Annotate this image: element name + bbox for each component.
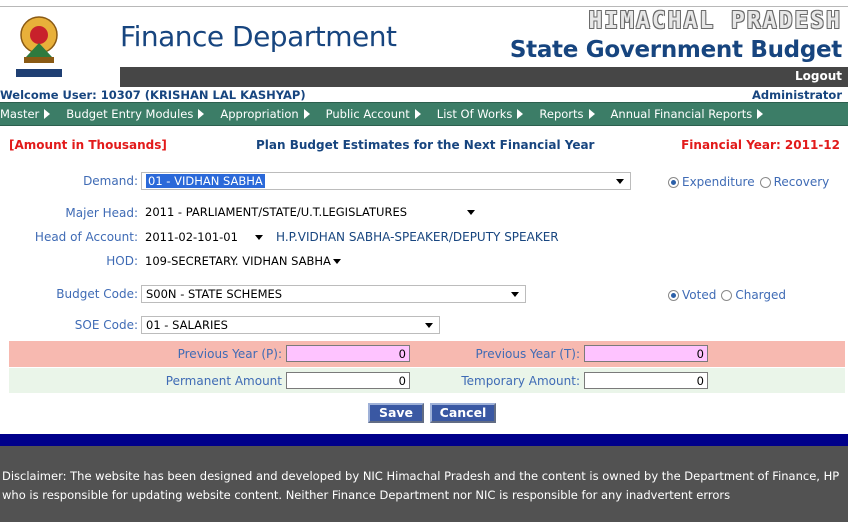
expenditure-radio-label: Expenditure <box>682 175 755 189</box>
recovery-radio[interactable] <box>759 176 771 188</box>
recovery-radio-label: Recovery <box>773 175 830 189</box>
previous-year-t-label: Previous Year (T): <box>475 347 580 361</box>
menu-arrow-icon <box>588 109 595 119</box>
logout-link[interactable]: Logout <box>795 69 842 83</box>
menu-item-label: List Of Works <box>436 107 513 121</box>
menu-item-appropriation[interactable]: Appropriation <box>220 107 313 121</box>
chevron-down-icon <box>511 292 519 297</box>
disclaimer-text: Disclaimer: The website has been designe… <box>2 469 840 502</box>
budget-title: State Government Budget <box>509 37 842 63</box>
state-emblem-logo <box>14 13 64 69</box>
hod-value: 109-SECRETARY. VIDHAN SABHA <box>145 254 331 268</box>
budget-code-label: Budget Code: <box>56 287 138 301</box>
amount-note: [Amount in Thousands] <box>9 138 167 152</box>
main-menu-bar: Master Budget Entry Modules Appropriatio… <box>0 102 848 126</box>
menu-arrow-icon <box>414 109 421 119</box>
menu-item-reports[interactable]: Reports <box>539 107 598 121</box>
hod-select[interactable]: 109-SECRETARY. VIDHAN SABHA <box>143 253 347 271</box>
head-of-account-select[interactable]: 2011-02-101-01 <box>143 229 269 247</box>
welcome-bar: Welcome User: 10307 (KRISHAN LAL KASHYAP… <box>0 88 848 102</box>
financial-year: Financial Year: 2011-12 <box>681 138 840 152</box>
menu-item-label: Public Account <box>325 107 410 121</box>
state-name-heading: HIMACHAL PRADESH <box>588 8 842 34</box>
soe-code-select[interactable]: 01 - SALARIES <box>141 316 440 334</box>
permanent-amount-input[interactable] <box>286 372 410 389</box>
charged-radio-label: Charged <box>735 288 787 302</box>
temporary-amount-input[interactable] <box>584 372 708 389</box>
head-of-account-description: H.P.VIDHAN SABHA-SPEAKER/DEPUTY SPEAKER <box>276 230 559 244</box>
form-info-line: [Amount in Thousands] Plan Budget Estima… <box>0 136 848 154</box>
menu-arrow-icon <box>757 109 764 119</box>
chevron-down-icon <box>333 259 341 264</box>
previous-year-p-label: Previous Year (P): <box>177 347 282 361</box>
chevron-down-icon <box>467 210 475 215</box>
cancel-button[interactable]: Cancel <box>430 403 496 423</box>
soe-code-label: SOE Code: <box>74 318 138 332</box>
menu-item-annual-financial-reports[interactable]: Annual Financial Reports <box>611 107 768 121</box>
menu-item-list-of-works[interactable]: List Of Works <box>437 107 528 121</box>
welcome-user-text: Welcome User: 10307 (KRISHAN LAL KASHYAP… <box>0 88 306 102</box>
top-border <box>0 0 848 7</box>
menu-item-public-account[interactable]: Public Account <box>326 107 425 121</box>
amount-row <box>9 368 845 393</box>
form-title: Plan Budget Estimates for the Next Finan… <box>256 138 595 152</box>
menu-item-budget-entry-modules[interactable]: Budget Entry Modules <box>66 107 208 121</box>
menu-arrow-icon <box>303 109 310 119</box>
chevron-down-icon <box>616 179 624 184</box>
demand-select[interactable]: 01 - VIDHAN SABHA <box>141 172 631 190</box>
head-of-account-value: 2011-02-101-01 <box>145 230 238 244</box>
menu-item-label: Master <box>0 107 40 121</box>
voted-radio-label: Voted <box>682 288 717 302</box>
permanent-amount-label: Permanent Amount <box>165 374 282 388</box>
user-role: Administrator <box>751 88 842 102</box>
voted-radio[interactable] <box>668 289 679 301</box>
budget-code-value: S00N - STATE SCHEMES <box>146 287 283 301</box>
vote-type-radio-group: Voted Charged <box>668 288 791 302</box>
previous-year-row <box>9 341 845 367</box>
previous-year-t-input[interactable] <box>584 345 708 362</box>
menu-item-label: Appropriation <box>220 107 299 121</box>
menu-arrow-icon <box>44 109 51 119</box>
header-dark-bar <box>120 67 848 87</box>
hod-label: HOD: <box>106 254 138 268</box>
chevron-down-icon <box>425 323 433 328</box>
major-head-label: Majer Head: <box>65 206 138 220</box>
menu-item-master[interactable]: Master <box>0 107 54 121</box>
site-header: Finance Department HIMACHAL PRADESH Stat… <box>0 7 848 88</box>
chevron-down-icon <box>255 235 263 240</box>
charged-radio[interactable] <box>721 289 733 301</box>
demand-value: 01 - VIDHAN SABHA <box>146 174 265 188</box>
menu-item-label: Budget Entry Modules <box>66 107 194 121</box>
demand-type-radio-group: Expenditure Recovery <box>668 175 834 189</box>
menu-arrow-icon <box>198 109 205 119</box>
demand-label: Demand: <box>83 174 138 188</box>
temporary-amount-label: Temporary Amount: <box>461 374 580 388</box>
major-head-value: 2011 - PARLIAMENT/STATE/U.T.LEGISLATURES <box>145 205 408 219</box>
save-button[interactable]: Save <box>368 403 424 423</box>
emblem-caption-bar <box>16 69 62 77</box>
expenditure-radio[interactable] <box>668 176 679 188</box>
previous-year-p-input[interactable] <box>286 345 410 362</box>
soe-code-value: 01 - SALARIES <box>146 318 228 332</box>
major-head-select[interactable]: 2011 - PARLIAMENT/STATE/U.T.LEGISLATURES <box>143 204 481 222</box>
site-footer: Disclaimer: The website has been designe… <box>0 446 848 522</box>
budget-code-select[interactable]: S00N - STATE SCHEMES <box>141 285 526 303</box>
head-of-account-label: Head of Account: <box>34 230 138 244</box>
footer-top-bar <box>0 434 848 446</box>
department-title: Finance Department <box>120 20 397 53</box>
menu-item-label: Annual Financial Reports <box>610 107 753 121</box>
menu-item-label: Reports <box>539 107 584 121</box>
menu-arrow-icon <box>517 109 524 119</box>
